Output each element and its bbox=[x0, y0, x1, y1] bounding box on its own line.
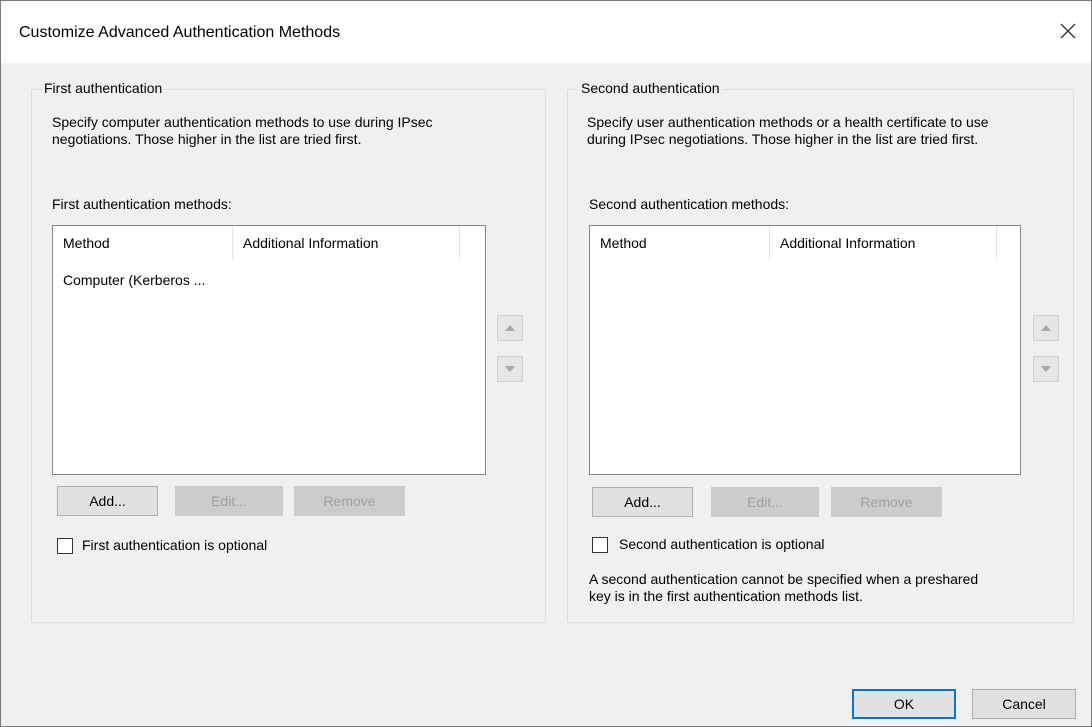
second-methods-label: Second authentication methods: bbox=[589, 196, 790, 212]
method-cell: Computer (Kerberos ... bbox=[63, 272, 206, 288]
column-header-method[interactable]: Method bbox=[590, 226, 770, 260]
first-methods-list[interactable]: Method Additional Information Computer (… bbox=[52, 225, 486, 475]
second-edit-button[interactable]: Edit... bbox=[711, 487, 819, 517]
chevron-down-icon bbox=[1041, 366, 1051, 372]
second-methods-list[interactable]: Method Additional Information bbox=[589, 225, 1021, 475]
move-down-button[interactable] bbox=[1033, 356, 1059, 382]
first-optional-label[interactable]: First authentication is optional bbox=[82, 537, 267, 553]
second-remove-button[interactable]: Remove bbox=[831, 487, 942, 517]
first-authentication-legend: First authentication bbox=[41, 80, 166, 96]
close-icon bbox=[1060, 23, 1076, 39]
column-header-additional-info[interactable]: Additional Information bbox=[770, 226, 997, 260]
first-remove-button[interactable]: Remove bbox=[294, 486, 405, 516]
second-optional-label[interactable]: Second authentication is optional bbox=[619, 536, 824, 552]
move-down-button[interactable] bbox=[497, 356, 523, 382]
column-header-additional-info[interactable]: Additional Information bbox=[233, 226, 460, 260]
first-optional-checkbox[interactable] bbox=[57, 538, 73, 554]
close-button[interactable] bbox=[1045, 15, 1091, 47]
window-title: Customize Advanced Authentication Method… bbox=[19, 24, 341, 41]
cancel-button[interactable]: Cancel bbox=[972, 689, 1076, 719]
first-edit-button[interactable]: Edit... bbox=[175, 486, 283, 516]
first-authentication-description: Specify computer authentication methods … bbox=[52, 114, 433, 147]
column-header-method[interactable]: Method bbox=[53, 226, 233, 260]
second-authentication-legend: Second authentication bbox=[578, 80, 723, 96]
move-up-button[interactable] bbox=[1033, 315, 1059, 341]
second-authentication-description: Specify user authentication methods or a… bbox=[587, 114, 989, 147]
chevron-down-icon bbox=[505, 366, 515, 372]
second-add-button[interactable]: Add... bbox=[592, 487, 693, 517]
ok-button[interactable]: OK bbox=[852, 689, 956, 719]
first-methods-label: First authentication methods: bbox=[52, 196, 232, 212]
list-item[interactable]: Computer (Kerberos ... bbox=[63, 272, 283, 292]
first-add-button[interactable]: Add... bbox=[57, 486, 158, 516]
dialog-window: Customize Advanced Authentication Method… bbox=[0, 0, 1092, 727]
chevron-up-icon bbox=[1041, 325, 1051, 331]
title-bar: Customize Advanced Authentication Method… bbox=[1, 1, 1091, 63]
second-optional-checkbox[interactable] bbox=[592, 537, 608, 553]
move-up-button[interactable] bbox=[497, 315, 523, 341]
second-authentication-note: A second authentication cannot be specif… bbox=[589, 571, 979, 604]
chevron-up-icon bbox=[505, 325, 515, 331]
